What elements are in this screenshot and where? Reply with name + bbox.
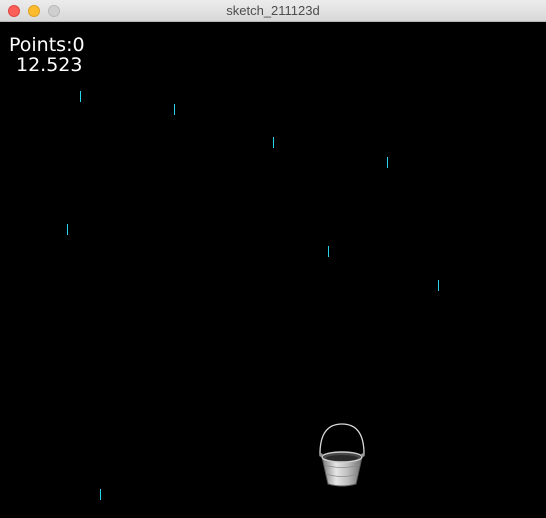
raindrop xyxy=(328,246,329,257)
points-counter: Points:0 xyxy=(9,34,85,56)
game-canvas[interactable]: Points:0 12.523 xyxy=(0,22,546,518)
window-title: sketch_211123d xyxy=(226,3,320,18)
raindrop xyxy=(80,91,81,102)
title-bar[interactable]: sketch_211123d xyxy=(0,0,546,22)
raindrop xyxy=(387,157,388,168)
elapsed-timer: 12.523 xyxy=(16,54,83,76)
raindrop xyxy=(438,280,439,291)
raindrop xyxy=(100,489,101,500)
raindrop xyxy=(273,137,274,148)
sketch-window: sketch_211123d Points:0 12.523 xyxy=(0,0,546,518)
raindrop xyxy=(174,104,175,115)
bucket-icon[interactable] xyxy=(316,422,368,488)
raindrop xyxy=(67,224,68,235)
